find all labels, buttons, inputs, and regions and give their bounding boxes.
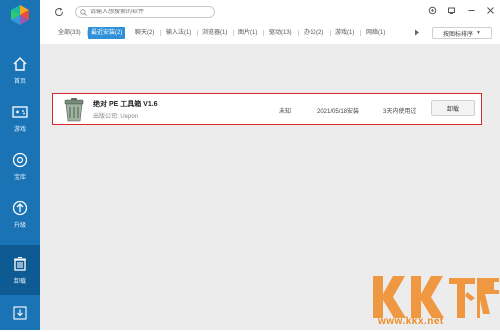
search-input[interactable] [90, 9, 210, 15]
tab-divider [160, 30, 161, 36]
download-icon [13, 306, 27, 320]
tab-browser[interactable]: 浏览器(1) [202, 27, 227, 39]
tab-divider [298, 30, 299, 36]
sidebar-item-home[interactable]: 首页 [0, 48, 40, 92]
sidebar-item-label: 首页 [13, 79, 26, 85]
app-publisher: 出版公司: Uepon [93, 114, 139, 120]
tab-divider [263, 30, 264, 36]
skin-icon [448, 7, 455, 14]
tab-network[interactable]: 网络(1) [366, 27, 385, 39]
sidebar-item-games[interactable]: 游戏 [0, 96, 40, 140]
tab-divider [197, 30, 198, 36]
sidebar-item-treasure[interactable]: 宝库 [0, 144, 40, 188]
app-last-used: 3天内使用过 [383, 109, 417, 115]
uninstall-button[interactable]: 卸载 [431, 100, 475, 116]
top-bar [40, 0, 500, 24]
tab-all[interactable]: 全部(33) [58, 27, 81, 39]
tab-recent-installs[interactable]: 最近安装(2) [88, 27, 126, 39]
app-size: 未知 [279, 109, 292, 115]
trash-icon [14, 256, 26, 271]
app-trash-bin-icon [64, 98, 84, 122]
app-logo-icon [11, 5, 29, 25]
app-list-item[interactable]: 绝对 PE 工具箱 V1.6 出版公司: Uepon 未知 2021/05/18… [52, 93, 482, 125]
chevron-down-icon: ▼ [476, 30, 481, 36]
tab-divider [233, 30, 234, 36]
sidebar-item-label: 宝库 [13, 175, 26, 181]
category-tabs: 全部(33) 最近安装(2) 聊天(2) 输入法(1) 浏览器(1) 图片(1)… [40, 26, 500, 40]
search-box[interactable] [75, 6, 215, 18]
download-manager-button[interactable] [0, 296, 40, 330]
skin-button[interactable] [446, 5, 457, 16]
settings-button[interactable] [427, 5, 438, 16]
tab-chat[interactable]: 聊天(2) [135, 27, 154, 39]
sidebar-item-uninstall[interactable]: 卸载 [0, 245, 40, 295]
sidebar-item-label: 卸载 [13, 279, 26, 285]
tab-divider [330, 30, 331, 36]
chevron-right-icon[interactable] [414, 29, 420, 36]
tab-divider [360, 30, 361, 36]
gear-icon [428, 6, 437, 15]
sidebar-item-label: 升级 [13, 223, 26, 229]
sidebar-item-label: 游戏 [13, 127, 26, 133]
sort-dropdown[interactable]: 按图标排序 ▼ [432, 27, 492, 39]
gamepad-icon [12, 106, 28, 118]
tab-office[interactable]: 办公(2) [304, 27, 323, 39]
app-name: 绝对 PE 工具箱 V1.6 [93, 101, 158, 108]
sort-label: 按图标排序 [443, 31, 474, 38]
close-icon [487, 7, 494, 14]
tab-games[interactable]: 游戏(1) [335, 27, 354, 39]
search-icon [80, 8, 87, 16]
sidebar-item-upgrade[interactable]: 升级 [0, 192, 40, 236]
treasure-icon [12, 152, 28, 168]
refresh-icon[interactable] [54, 7, 64, 17]
sidebar: 首页 游戏 宝库 升级 卸载 [0, 0, 40, 330]
tab-drivers[interactable]: 驱动(13) [269, 27, 292, 39]
minimize-icon [468, 10, 475, 11]
watermark-url: www.kkx.net [378, 316, 444, 327]
tab-images[interactable]: 图片(1) [238, 27, 257, 39]
app-install-date: 2021/05/18安装 [317, 109, 360, 115]
minimize-button[interactable] [466, 5, 477, 16]
tab-input-method[interactable]: 输入法(1) [166, 27, 191, 39]
home-icon [13, 57, 27, 71]
close-button[interactable] [485, 5, 496, 16]
upgrade-icon [12, 200, 28, 216]
